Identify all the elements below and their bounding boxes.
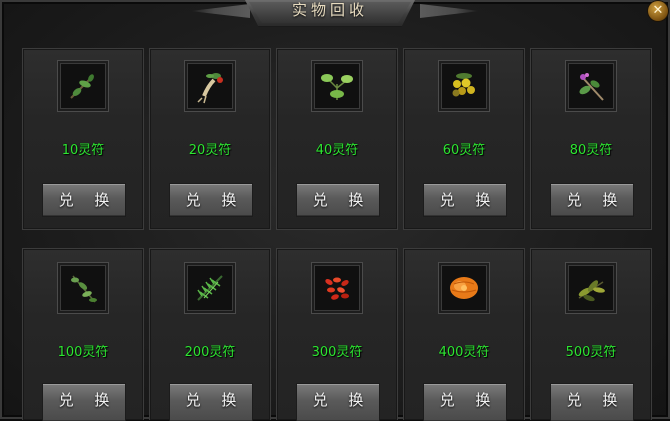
exchange-button[interactable]: 兑 换 <box>550 383 634 421</box>
purple-flower-herb-icon <box>579 73 604 101</box>
item-card: 80灵符 兑 换 <box>530 48 652 230</box>
green-herb-icon <box>321 74 353 100</box>
item-slot[interactable] <box>565 60 617 112</box>
item-slot[interactable] <box>438 262 490 314</box>
item-slot[interactable] <box>184 60 236 112</box>
item-card: 500灵符 兑 换 <box>530 248 652 421</box>
exchange-button[interactable]: 兑 换 <box>423 383 507 421</box>
item-slot[interactable] <box>184 262 236 314</box>
price-label: 400灵符 <box>438 345 490 360</box>
exchange-button[interactable]: 兑 换 <box>42 183 126 217</box>
close-icon[interactable]: ✕ <box>648 1 668 21</box>
item-card: 400灵符 兑 换 <box>403 248 525 421</box>
item-slot[interactable] <box>57 262 109 314</box>
ginseng-root-icon <box>197 73 223 104</box>
item-card: 100灵符 兑 换 <box>22 248 144 421</box>
exchange-button[interactable]: 兑 换 <box>42 383 126 421</box>
item-slot[interactable] <box>565 262 617 314</box>
exchange-button[interactable]: 兑 换 <box>423 183 507 217</box>
item-card: 10灵符 兑 换 <box>22 48 144 230</box>
item-slot[interactable] <box>57 60 109 112</box>
price-label: 20灵符 <box>188 143 232 158</box>
price-label: 10灵符 <box>61 143 105 158</box>
item-card: 200灵符 兑 换 <box>149 248 271 421</box>
price-label: 200灵符 <box>184 345 236 360</box>
price-label: 80灵符 <box>569 143 613 158</box>
item-grid: 10灵符 兑 换 20灵符 兑 换 40灵符 兑 换 60灵符 兑 换 80灵符… <box>22 48 652 421</box>
item-slot[interactable] <box>311 60 363 112</box>
item-card: 60灵符 兑 换 <box>403 48 525 230</box>
item-card: 20灵符 兑 换 <box>149 48 271 230</box>
price-label: 300灵符 <box>311 345 363 360</box>
golden-berries-icon <box>452 73 475 97</box>
price-label: 500灵符 <box>565 345 617 360</box>
item-slot[interactable] <box>311 262 363 314</box>
exchange-button[interactable]: 兑 换 <box>296 183 380 217</box>
herb-sprig-icon <box>70 74 94 99</box>
exchange-button[interactable]: 兑 换 <box>296 383 380 421</box>
exchange-button[interactable]: 兑 换 <box>169 383 253 421</box>
orange-fruit-icon <box>450 277 478 299</box>
dark-leaf-herb-icon <box>578 280 605 302</box>
price-label: 60灵符 <box>442 143 486 158</box>
price-label: 100灵符 <box>57 345 109 360</box>
exchange-button[interactable]: 兑 换 <box>550 183 634 217</box>
item-card: 300灵符 兑 换 <box>276 248 398 421</box>
item-card: 40灵符 兑 换 <box>276 48 398 230</box>
red-goji-icon <box>325 277 349 300</box>
item-slot[interactable] <box>438 60 490 112</box>
pine-needle-herb-icon <box>197 275 223 301</box>
price-label: 40灵符 <box>315 143 359 158</box>
window-title: 实物回收 <box>291 1 368 19</box>
exchange-button[interactable]: 兑 换 <box>169 183 253 217</box>
leafy-vine-icon <box>71 275 97 303</box>
